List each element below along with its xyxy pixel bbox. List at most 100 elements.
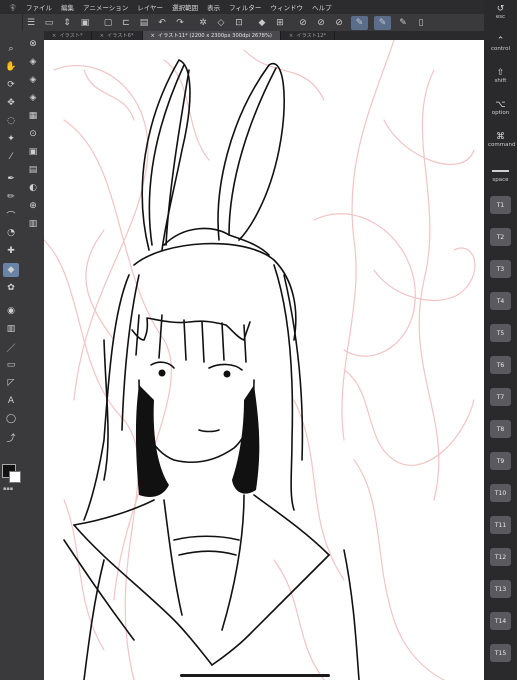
subtool-color-icon[interactable]: ◐ xyxy=(25,181,41,195)
snap-off-icon[interactable]: ⊘ xyxy=(297,17,309,29)
menu-help[interactable]: ヘルプ xyxy=(312,2,332,12)
space-bar-icon xyxy=(492,170,509,172)
pen-icon[interactable]: ✒ xyxy=(3,172,19,186)
t7-key[interactable]: T7 xyxy=(490,388,511,406)
menu-animation[interactable]: アニメーション xyxy=(83,2,128,12)
option-key[interactable]: ⌥ option xyxy=(488,100,513,116)
menu-view[interactable]: 表示 xyxy=(207,2,220,12)
menu-window[interactable]: ウィンドウ xyxy=(270,2,303,12)
menu-file[interactable]: ファイル xyxy=(26,2,52,12)
ruler-icon[interactable]: ◸ xyxy=(3,376,19,390)
menu-filter[interactable]: フィルター xyxy=(229,2,261,12)
eyedropper-icon[interactable]: ⁄ xyxy=(3,150,19,164)
t1-key[interactable]: T1 xyxy=(490,196,511,214)
new-canvas-icon[interactable]: ▭ xyxy=(43,17,55,29)
figure-icon[interactable]: ／ xyxy=(3,340,19,354)
esc-key[interactable]: ↺ esc xyxy=(488,4,513,20)
fill-bucket-icon[interactable]: ◉ xyxy=(3,304,19,318)
undo-icon[interactable]: ↶ xyxy=(156,17,168,29)
clear-selection-icon[interactable]: ⊞ xyxy=(274,17,286,29)
move-icon[interactable]: ✥ xyxy=(3,96,19,110)
close-icon[interactable]: × xyxy=(52,33,56,39)
t4-key[interactable]: T4 xyxy=(490,292,511,310)
app-logo-icon[interactable]: ඉ xyxy=(0,0,26,14)
eraser-icon[interactable]: ◆ xyxy=(3,263,19,277)
t15-key[interactable]: T15 xyxy=(490,644,511,662)
subtool-snap-icon[interactable]: ⊙ xyxy=(25,127,41,141)
blend-icon[interactable]: ✿ xyxy=(3,281,19,295)
magic-wand-icon[interactable]: ✦ xyxy=(3,132,19,146)
key-label: option xyxy=(491,110,510,116)
subtool-property-icon[interactable]: ▣ xyxy=(25,145,41,159)
open-folder-icon[interactable]: ⊏ xyxy=(120,17,132,29)
color-mode-icon[interactable]: ▪▪▪ xyxy=(3,486,13,492)
pencil-icon[interactable]: ✏ xyxy=(3,190,19,204)
subtool-brush-size-icon[interactable]: ▤ xyxy=(25,163,41,177)
t10-key[interactable]: T10 xyxy=(490,484,511,502)
tab-illust[interactable]: × イラスト* xyxy=(44,31,92,40)
vector-snap-icon[interactable]: ✎ xyxy=(374,15,391,30)
close-icon[interactable]: × xyxy=(151,33,155,39)
subtool-hard-icon[interactable]: ◈ xyxy=(25,55,41,69)
rotate-icon[interactable]: ⟳ xyxy=(3,78,19,92)
subtool-layers-icon[interactable]: ▦ xyxy=(25,109,41,123)
subtool-navigator-icon[interactable]: ⊕ xyxy=(25,199,41,213)
snap-ruler-icon[interactable]: ⊘ xyxy=(315,17,327,29)
t2-key[interactable]: T2 xyxy=(490,228,511,246)
t8-key[interactable]: T8 xyxy=(490,420,511,438)
new-file-icon[interactable]: ▢ xyxy=(102,17,114,29)
gallery-icon[interactable]: ▣ xyxy=(79,17,91,29)
snap-special-icon[interactable]: ⊘ xyxy=(333,17,345,29)
menu-layer[interactable]: レイヤー xyxy=(137,2,163,12)
control-key[interactable]: ⌃ control xyxy=(488,36,513,52)
canvas-size-icon[interactable]: ⇕ xyxy=(61,17,73,29)
t13-key[interactable]: T13 xyxy=(490,580,511,598)
loading-icon[interactable]: ✲ xyxy=(197,17,209,29)
t14-key[interactable]: T14 xyxy=(490,612,511,630)
space-key[interactable]: space xyxy=(488,177,513,183)
text-icon[interactable]: A xyxy=(3,394,19,408)
balloon-icon[interactable]: ◯ xyxy=(3,412,19,426)
tab-illust12[interactable]: × イラスト12* xyxy=(281,31,336,40)
gradient-icon[interactable]: ▥ xyxy=(3,322,19,336)
redo-icon[interactable]: ↷ xyxy=(174,17,186,29)
lasso-icon[interactable]: ◌ xyxy=(3,114,19,128)
menu-selection[interactable]: 選択範囲 xyxy=(172,2,198,12)
t11-key[interactable]: T11 xyxy=(490,516,511,534)
correct-line-icon[interactable]: ⤴ xyxy=(3,430,19,444)
brush-icon[interactable]: ⌒ xyxy=(3,208,19,222)
sub-color-swatch[interactable] xyxy=(9,471,21,483)
tab-illust6[interactable]: × イラスト6* xyxy=(92,31,143,40)
close-icon[interactable]: × xyxy=(100,33,104,39)
t12-key[interactable]: T12 xyxy=(490,548,511,566)
command-key[interactable]: ⌘ command xyxy=(488,132,516,148)
close-icon[interactable]: × xyxy=(289,33,293,39)
drawing-canvas[interactable] xyxy=(44,40,484,680)
t5-key[interactable]: T5 xyxy=(490,324,511,342)
subtool-layer-props-icon[interactable]: ▥ xyxy=(25,217,41,231)
clear-icon[interactable]: ◇ xyxy=(215,17,227,29)
zoom-icon[interactable]: ⌕ xyxy=(3,42,19,56)
menu-hamburger-icon[interactable]: ☰ xyxy=(25,17,37,29)
fill-icon[interactable]: ◆ xyxy=(256,17,268,29)
key-label: command xyxy=(488,142,516,148)
shift-key[interactable]: ⇧ shift xyxy=(488,68,513,84)
t9-key[interactable]: T9 xyxy=(490,452,511,470)
key-label: control xyxy=(490,46,511,52)
eyedropper-command-icon[interactable]: ▯ xyxy=(415,17,427,29)
subtool-soft-icon[interactable]: ◈ xyxy=(25,73,41,87)
stabilizer-icon[interactable]: ✎ xyxy=(351,15,368,30)
menu-edit[interactable]: 編集 xyxy=(61,2,74,12)
t3-key[interactable]: T3 xyxy=(490,260,511,278)
subtool-menu-icon[interactable]: ⊗ xyxy=(25,37,41,51)
pen-pressure-icon[interactable]: ✎ xyxy=(397,17,409,29)
transform-icon[interactable]: ⊡ xyxy=(233,17,245,29)
tab-illust11[interactable]: × イラスト11* (2200 x 2300px 300dpi 2678%) xyxy=(142,31,281,40)
airbrush-icon[interactable]: ◔ xyxy=(3,226,19,240)
save-icon[interactable]: ▤ xyxy=(138,17,150,29)
t6-key[interactable]: T6 xyxy=(490,356,511,374)
frame-icon[interactable]: ▭ xyxy=(3,358,19,372)
hand-icon[interactable]: ✋ xyxy=(3,60,19,74)
decoration-icon[interactable]: ✚ xyxy=(3,244,19,258)
subtool-vector-icon[interactable]: ◈ xyxy=(25,91,41,105)
